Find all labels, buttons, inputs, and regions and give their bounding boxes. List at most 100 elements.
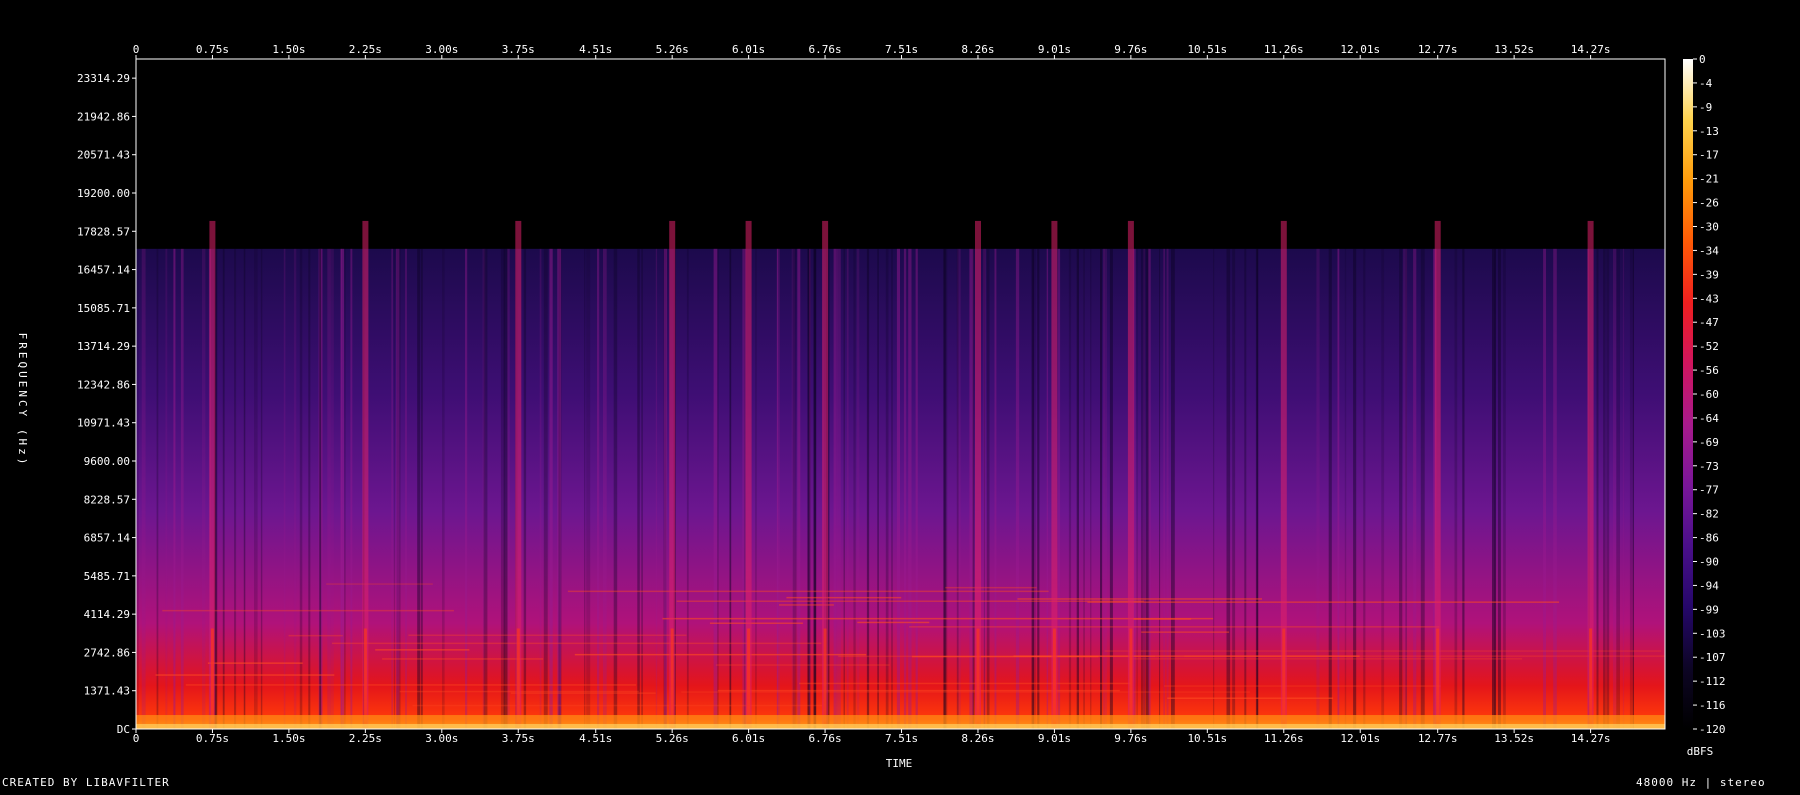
spectrum-streak bbox=[1171, 248, 1175, 730]
spectrum-streak bbox=[1616, 248, 1620, 730]
y-tick-label: 6857.14 bbox=[84, 532, 131, 545]
y-axis-label: FREQUENCY (Hz) bbox=[16, 333, 29, 468]
y-tick-label: 1371.43 bbox=[84, 685, 130, 698]
x-tick-label-bottom: 9.76s bbox=[1114, 732, 1147, 745]
spectrum-streak bbox=[344, 248, 346, 730]
onset-core bbox=[210, 628, 214, 729]
spectrum-streak bbox=[243, 248, 246, 730]
x-tick-label-bottom: 6.01s bbox=[732, 732, 765, 745]
spectrum-streak bbox=[222, 248, 225, 730]
spectrum-streak bbox=[173, 248, 176, 730]
spectrum-streak bbox=[586, 248, 591, 730]
spectrum-streak bbox=[340, 248, 342, 730]
spectrum-streak bbox=[603, 248, 607, 730]
spectrum-streak bbox=[1497, 248, 1501, 730]
onset-core bbox=[976, 628, 980, 729]
harmonic-line bbox=[799, 682, 1131, 685]
colorbar-tick-label: -69 bbox=[1699, 436, 1719, 449]
colorbar-tick-label: -103 bbox=[1699, 627, 1726, 640]
x-tick-label-bottom: 11.26s bbox=[1264, 732, 1304, 745]
spectrum-streak bbox=[833, 248, 837, 730]
spectrum-streak bbox=[1629, 248, 1634, 730]
spectrum-streak bbox=[539, 248, 542, 730]
spectrum-streak bbox=[299, 248, 303, 730]
y-tick-label: 15085.71 bbox=[77, 302, 130, 315]
x-tick-label-bottom: 12.77s bbox=[1418, 732, 1458, 745]
x-tick-label-bottom: 6.76s bbox=[809, 732, 842, 745]
harmonic-line bbox=[412, 704, 823, 707]
spectrum-streak bbox=[1462, 248, 1465, 730]
spectrum-streak bbox=[1403, 248, 1408, 730]
colorbar-tick-label: -90 bbox=[1699, 556, 1719, 569]
x-tick-label-top: 2.25s bbox=[349, 43, 382, 56]
spectrum-streak bbox=[391, 248, 393, 730]
x-tick-label-top: 9.76s bbox=[1114, 43, 1147, 56]
colorbar-tick-label: -60 bbox=[1699, 388, 1719, 401]
y-tick-label: 20571.43 bbox=[77, 149, 130, 162]
harmonic-line bbox=[185, 684, 637, 686]
spectrum-streak bbox=[1328, 248, 1332, 730]
spectrum-streak bbox=[1344, 248, 1347, 730]
spectrum-streak bbox=[1553, 248, 1557, 730]
spectrum-streak bbox=[1503, 248, 1506, 730]
audio-format-text: 48000 Hz | stereo bbox=[1636, 776, 1766, 789]
spectrum-streak bbox=[641, 248, 643, 730]
spectrum-streak bbox=[293, 248, 297, 730]
harmonic-line bbox=[207, 662, 303, 664]
x-tick-label-top: 12.77s bbox=[1418, 43, 1458, 56]
colorbar-gradient bbox=[1683, 59, 1693, 729]
colorbar-tick-label: 0 bbox=[1699, 53, 1706, 66]
spectrum-streak bbox=[663, 248, 667, 730]
harmonic-line bbox=[408, 634, 687, 636]
x-tick-label-bottom: 10.51s bbox=[1187, 732, 1227, 745]
spectrum-streak bbox=[465, 248, 468, 730]
harmonic-line bbox=[786, 596, 902, 599]
x-tick-label-top: 1.50s bbox=[272, 43, 305, 56]
spectrum-streak bbox=[503, 248, 508, 730]
spectrum-streak bbox=[442, 248, 445, 730]
spectrum-streak bbox=[1399, 248, 1403, 730]
spectrum-streak bbox=[330, 248, 334, 730]
harmonic-line bbox=[162, 609, 454, 612]
colorbar-tick-label: -9 bbox=[1699, 101, 1712, 114]
x-tick-label-bottom: 12.01s bbox=[1340, 732, 1380, 745]
harmonic-line bbox=[681, 691, 1250, 693]
colorbar-tick-label: -34 bbox=[1699, 244, 1719, 257]
colorbar-tick-label: -86 bbox=[1699, 532, 1719, 545]
colorbar-tick-label: -43 bbox=[1699, 292, 1719, 305]
harmonic-line bbox=[945, 586, 1037, 589]
colorbar-tick-label: -56 bbox=[1699, 364, 1719, 377]
harmonic-line bbox=[375, 649, 470, 651]
y-tick-label: 8228.57 bbox=[84, 493, 130, 506]
spectrum-streak bbox=[180, 248, 184, 730]
x-tick-label-top: 3.00s bbox=[425, 43, 458, 56]
onset-core bbox=[363, 628, 367, 729]
spectrum-streak bbox=[1454, 248, 1458, 730]
x-axis-label: TIME bbox=[886, 757, 913, 770]
spectrum-streak bbox=[1420, 248, 1425, 730]
onset-core bbox=[1282, 628, 1286, 729]
spectrum-streak bbox=[1213, 248, 1215, 730]
spectrum-streak bbox=[809, 248, 811, 730]
spectrum-streak bbox=[1622, 248, 1625, 730]
x-tick-label-bottom: 14.27s bbox=[1571, 732, 1611, 745]
spectrum-streak bbox=[1163, 248, 1165, 730]
spectrogram-figure: 0 0.75s 1.50s 2.25s 3.00s 3.75s 4.51s 5.26s 6.01… bbox=[0, 0, 1800, 791]
colorbar-tick-label: -116 bbox=[1699, 699, 1726, 712]
y-tick-label: 16457.14 bbox=[77, 264, 130, 277]
spectrum-streak bbox=[597, 248, 600, 730]
colorbar-tick-label: -64 bbox=[1699, 412, 1719, 425]
colorbar-tick-label: -120 bbox=[1699, 723, 1726, 736]
harmonic-line bbox=[857, 621, 930, 624]
spectrum-streak bbox=[776, 248, 779, 730]
y-tick-label: DC bbox=[117, 723, 130, 736]
harmonic-line bbox=[1104, 650, 1662, 652]
harmonic-line bbox=[1167, 697, 1334, 699]
colorbar-tick-label: -39 bbox=[1699, 268, 1719, 281]
spectrum-streak bbox=[1316, 248, 1320, 730]
spectrum-streak bbox=[792, 248, 797, 730]
spectrum-streak bbox=[420, 248, 423, 730]
spectrum-streak bbox=[655, 248, 658, 730]
spectrum-streak bbox=[1494, 248, 1497, 730]
x-tick-label-top: 3.75s bbox=[502, 43, 535, 56]
